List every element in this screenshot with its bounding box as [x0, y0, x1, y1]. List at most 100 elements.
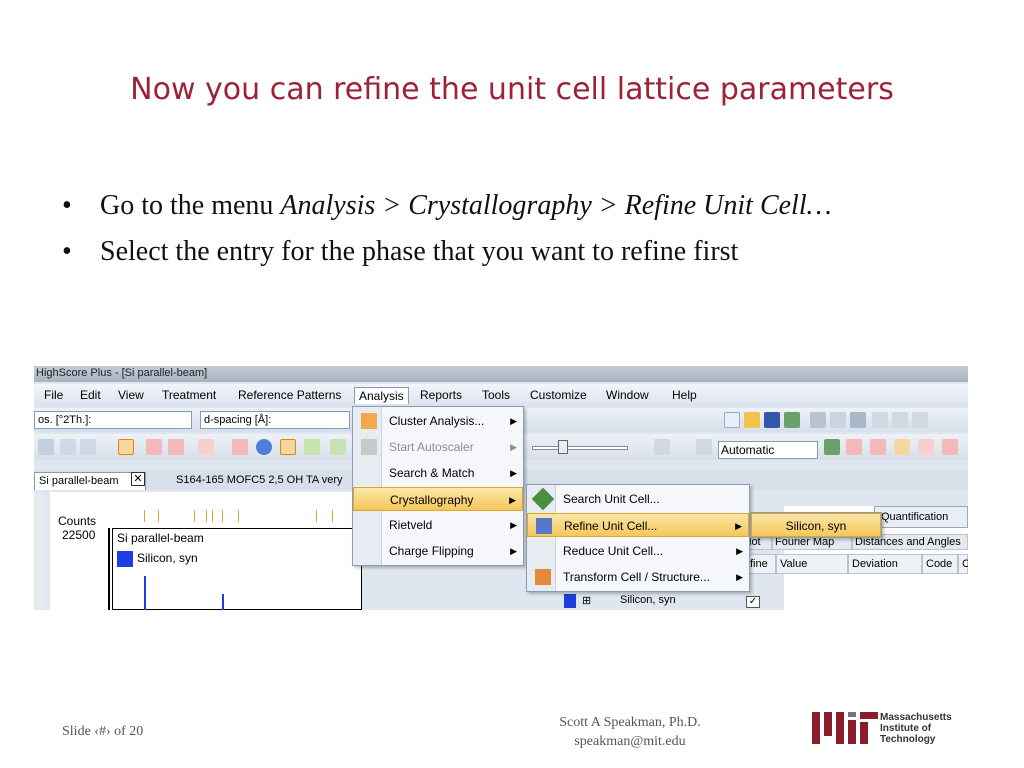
menu-reports[interactable]: Reports [416, 387, 466, 404]
phase-icon[interactable] [846, 439, 862, 455]
menu-item-silicon-syn[interactable]: Silicon, syn [751, 513, 881, 537]
menu-item-rietveld[interactable]: Rietveld ▶ [353, 513, 523, 537]
mountain-icon[interactable] [330, 439, 346, 455]
legend-swatch [117, 551, 133, 567]
col-header-code: Code [922, 554, 958, 574]
menu-window[interactable]: Window [602, 387, 653, 404]
view-icon[interactable] [38, 439, 54, 455]
menu-item-label: Cluster Analysis... [389, 414, 485, 428]
menu-item-label: Rietveld [389, 518, 433, 532]
copy-icon[interactable] [892, 412, 908, 428]
bullet-2-text: Select the entry for the phase that you … [100, 236, 739, 267]
tab-si-parallel-beam[interactable]: Si parallel-beam [34, 472, 146, 490]
menu-item-label: Reduce Unit Cell... [563, 544, 664, 558]
scale-icon[interactable] [696, 439, 712, 455]
position-field[interactable]: os. [°2Th.]: [34, 411, 192, 429]
bars-icon[interactable] [80, 439, 96, 455]
reference-tick [316, 510, 317, 522]
legend-entry: Silicon, syn [137, 551, 198, 565]
menu-item-transform-cell[interactable]: Transform Cell / Structure... ▶ [527, 565, 749, 589]
col-header-c: C [958, 554, 968, 574]
peaks-icon[interactable] [118, 439, 134, 455]
refine-checkbox[interactable]: ✓ [746, 596, 760, 608]
cluster-icon [361, 413, 377, 429]
mit-line-1: Massachusetts [880, 712, 952, 723]
save-icon[interactable] [764, 412, 780, 428]
menu-reference-patterns[interactable]: Reference Patterns [234, 387, 345, 404]
menu-item-cluster-analysis[interactable]: Cluster Analysis... ▶ [353, 409, 523, 433]
phase-five-icon[interactable] [942, 439, 958, 455]
profile-icon[interactable] [198, 439, 214, 455]
menu-analysis[interactable]: Analysis [354, 387, 409, 404]
reference-tick [332, 510, 333, 522]
tab-s164[interactable]: S164-165 MOFC5 2,5 OH TA very [156, 472, 356, 490]
footer-author-block: Scott A Speakman, Ph.D. speakman@mit.edu [530, 713, 730, 751]
phase-three-icon[interactable] [894, 439, 910, 455]
col-header-value: Value [776, 554, 848, 574]
cut-icon[interactable] [872, 412, 888, 428]
menu-help[interactable]: Help [668, 387, 701, 404]
menu-view[interactable]: View [114, 387, 148, 404]
bullet-list: • Go to the menu Analysis > Crystallograp… [62, 188, 982, 280]
col-header-deviation: Deviation [848, 554, 922, 574]
submenu-arrow-icon: ▶ [510, 442, 517, 452]
menu-item-reduce-unit-cell[interactable]: Reduce Unit Cell... ▶ [527, 539, 749, 563]
print-icon[interactable] [810, 412, 826, 428]
plot-legend-box: Si parallel-beam Silicon, syn [112, 528, 362, 610]
settings-icon[interactable] [850, 412, 866, 428]
menu-tools[interactable]: Tools [478, 387, 514, 404]
menu-item-label: Search Unit Cell... [563, 492, 660, 506]
peak-search-icon[interactable] [168, 439, 184, 455]
menu-customize[interactable]: Customize [526, 387, 591, 404]
peak-fit-icon[interactable] [146, 439, 162, 455]
slide-title: Now you can refine the unit cell lattice… [130, 72, 894, 107]
phase-four-icon[interactable] [918, 439, 934, 455]
menu-item-label: Crystallography [390, 493, 474, 507]
fit-icon[interactable] [232, 439, 248, 455]
new-file-icon[interactable] [724, 412, 740, 428]
footer-author: Scott A Speakman, Ph.D. [559, 715, 701, 730]
menu-item-refine-unit-cell[interactable]: Refine Unit Cell... ▶ [527, 513, 749, 537]
mit-line-3: Technology [880, 734, 936, 745]
sphere-icon[interactable] [256, 439, 272, 455]
scale-select[interactable]: Automatic [718, 441, 818, 459]
dspacing-field[interactable]: d-spacing [Å]: [200, 411, 350, 429]
pattern-icon[interactable] [280, 439, 296, 455]
open-folder-icon[interactable] [744, 412, 760, 428]
plot-peak [144, 576, 146, 610]
menu-item-label: Start Autoscaler [389, 440, 474, 454]
reference-tick [194, 510, 195, 522]
paste-icon[interactable] [912, 412, 928, 428]
menu-edit[interactable]: Edit [76, 387, 105, 404]
menu-item-start-autoscaler: Start Autoscaler ▶ [353, 435, 523, 459]
bullet-1-text: Go to the menu [100, 190, 281, 221]
expand-icon[interactable]: ⊞ [582, 594, 591, 607]
cursor-icon[interactable] [654, 439, 670, 455]
zoom-slider-track[interactable] [532, 446, 628, 450]
grid-row-phase[interactable]: Silicon, syn [620, 594, 676, 606]
lines-icon[interactable] [60, 439, 76, 455]
tab-quantification[interactable]: Quantification [874, 506, 968, 528]
menu-treatment[interactable]: Treatment [158, 387, 220, 404]
menu-item-crystallography[interactable]: Crystallography ▶ [353, 487, 523, 511]
menu-item-search-unit-cell[interactable]: Search Unit Cell... [527, 487, 749, 511]
submenu-arrow-icon: ▶ [509, 495, 516, 505]
sticks-icon[interactable] [304, 439, 320, 455]
phase-color-swatch [564, 594, 576, 608]
menu-item-search-match[interactable]: Search & Match ▶ [353, 461, 523, 485]
plot-peak [222, 594, 224, 610]
zoom-slider-thumb[interactable] [558, 440, 568, 454]
reference-tick [144, 510, 145, 522]
submenu-arrow-icon: ▶ [736, 546, 743, 556]
export-icon[interactable] [784, 412, 800, 428]
menu-item-charge-flipping[interactable]: Charge Flipping ▶ [353, 539, 523, 563]
bullet-2: • Select the entry for the phase that you… [62, 236, 739, 267]
phase-two-icon[interactable] [870, 439, 886, 455]
close-tab-icon[interactable]: ✕ [131, 472, 145, 486]
print-preview-icon[interactable] [830, 412, 846, 428]
reference-tick [206, 510, 207, 522]
plot-y-label: Counts [58, 514, 97, 528]
filter-icon[interactable] [824, 439, 840, 455]
submenu-arrow-icon: ▶ [510, 416, 517, 426]
menu-file[interactable]: File [40, 387, 67, 404]
